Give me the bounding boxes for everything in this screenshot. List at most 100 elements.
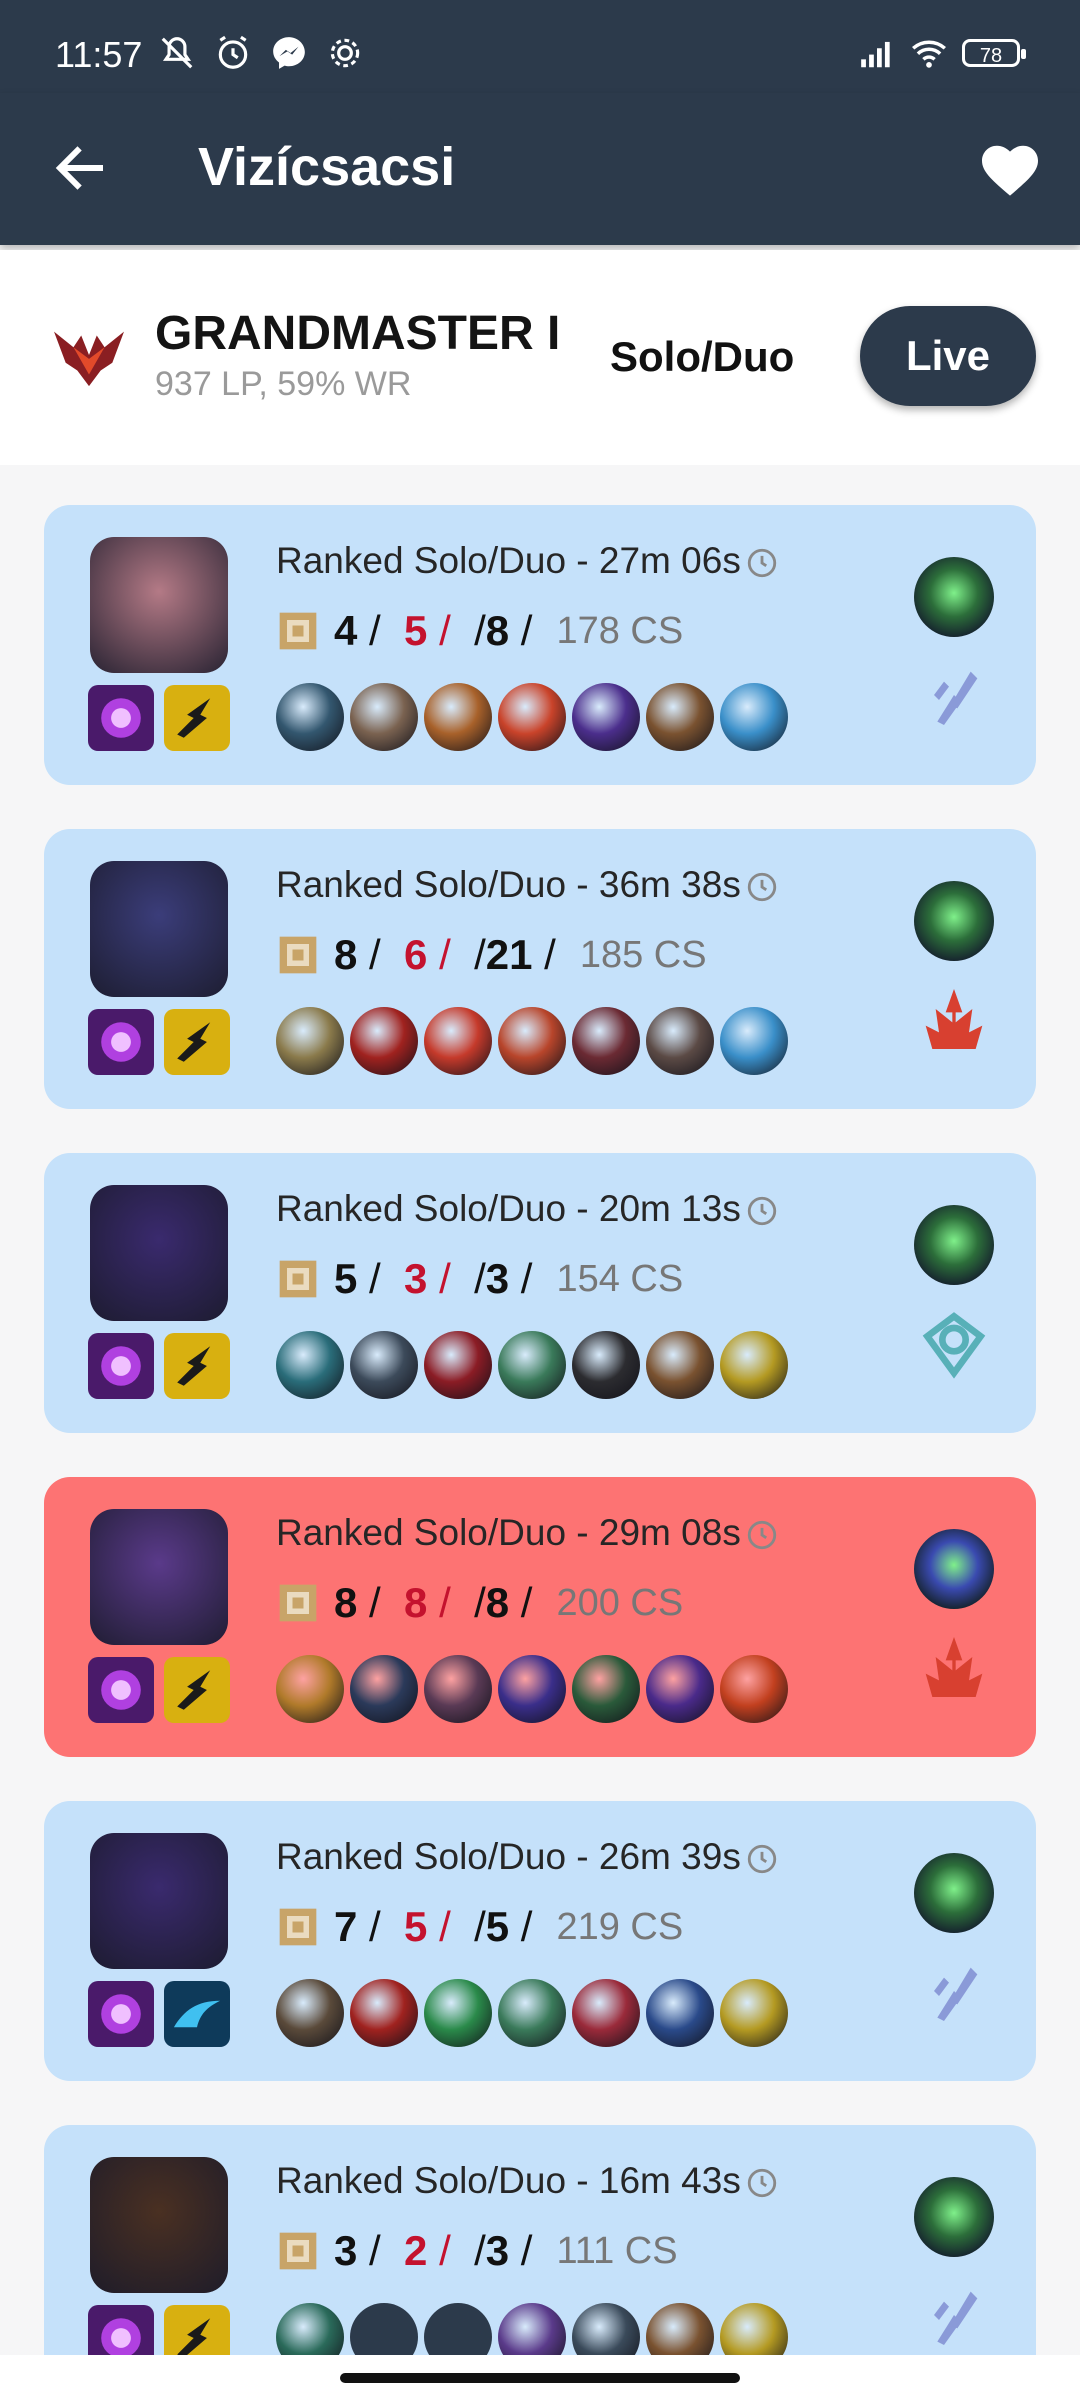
item-icon[interactable]	[720, 1979, 788, 2047]
item-icon[interactable]	[424, 1331, 492, 1399]
empty-item-slot[interactable]	[350, 2303, 418, 2355]
keystone-rune-icon[interactable]	[914, 1205, 994, 1285]
kills-value: 7	[334, 1903, 358, 1950]
match-card[interactable]: Ranked Solo/Duo - 20m 13s 5 / 3 / / 3 / 15…	[44, 1153, 1036, 1433]
item-icon[interactable]	[498, 683, 566, 751]
item-icon[interactable]	[276, 1331, 344, 1399]
champion-portrait[interactable]	[90, 861, 228, 997]
kills-value: 5	[334, 1255, 358, 1302]
item-icon[interactable]	[720, 1655, 788, 1723]
assists-value: 5	[485, 1903, 510, 1950]
summoner-spell-flash-yellow-icon	[164, 1009, 230, 1075]
champion-portrait[interactable]	[90, 1185, 228, 1321]
alarm-icon	[218, 35, 248, 69]
keystone-rune-icon[interactable]	[914, 1853, 994, 1933]
item-icon[interactable]	[350, 683, 418, 751]
item-build	[276, 2303, 788, 2355]
item-icon[interactable]	[424, 683, 492, 751]
domination-rune-tree-icon	[925, 989, 983, 1049]
home-handle[interactable]	[340, 2373, 740, 2383]
item-icon[interactable]	[646, 683, 714, 751]
item-icon[interactable]	[424, 1655, 492, 1723]
champion-portrait[interactable]	[90, 1833, 228, 1969]
summoner-spell-flash-icon	[88, 1657, 154, 1723]
item-icon[interactable]	[572, 1331, 640, 1399]
keystone-rune-icon[interactable]	[914, 2177, 994, 2257]
back-arrow-icon[interactable]	[50, 138, 110, 198]
bell-off-icon	[161, 37, 193, 69]
match-card[interactable]: Ranked Solo/Duo - 29m 08s 8 / 8 / / 8 / 20…	[44, 1477, 1036, 1757]
cs-value: 111 CS	[556, 2229, 678, 2272]
clock-time: 11:57	[55, 34, 143, 75]
kda-separator: /	[509, 1903, 533, 1950]
item-icon[interactable]	[276, 1007, 344, 1075]
champion-portrait[interactable]	[90, 2157, 228, 2293]
item-icon[interactable]	[276, 1655, 344, 1723]
role-fill-icon	[279, 1584, 317, 1622]
item-icon[interactable]	[572, 683, 640, 751]
clock-icon	[747, 873, 776, 902]
match-card[interactable]: Ranked Solo/Duo - 16m 43s 3 / 2 / / 3 / 11…	[44, 2125, 1036, 2355]
item-build	[276, 1007, 788, 1075]
item-icon[interactable]	[498, 1655, 566, 1723]
empty-item-slot[interactable]	[424, 2303, 492, 2355]
kda-row: 3 / 2 / / 3 / 111 CS	[276, 2225, 678, 2277]
kda-separator: /	[357, 1903, 405, 1950]
clock-icon	[747, 2169, 776, 2198]
summoner-spell-ghost-icon	[164, 1981, 230, 2047]
champion-portrait[interactable]	[90, 1509, 228, 1645]
item-icon[interactable]	[646, 2303, 714, 2355]
item-icon[interactable]	[572, 2303, 640, 2355]
item-icon[interactable]	[498, 1007, 566, 1075]
item-icon[interactable]	[572, 1655, 640, 1723]
item-icon[interactable]	[720, 1331, 788, 1399]
item-icon[interactable]	[498, 2303, 566, 2355]
item-icon[interactable]	[276, 1979, 344, 2047]
item-icon[interactable]	[646, 1979, 714, 2047]
item-icon[interactable]	[350, 1979, 418, 2047]
item-icon[interactable]	[646, 1007, 714, 1075]
grandmaster-emblem-icon	[54, 331, 124, 387]
item-icon[interactable]	[720, 683, 788, 751]
item-icon[interactable]	[498, 1979, 566, 2047]
item-build	[276, 1655, 788, 1723]
summoner-spell-flash-icon	[88, 1981, 154, 2047]
match-history-list[interactable]: Ranked Solo/Duo - 27m 06s 4 / 5 / / 8 / 17…	[0, 465, 1080, 2355]
keystone-rune-icon[interactable]	[914, 1529, 994, 1609]
live-button[interactable]: Live	[860, 306, 1036, 406]
clock-icon	[747, 549, 776, 578]
item-icon[interactable]	[276, 683, 344, 751]
match-card[interactable]: Ranked Solo/Duo - 27m 06s 4 / 5 / / 8 / 17…	[44, 505, 1036, 785]
kills-value: 4	[334, 607, 358, 654]
match-title-text: Ranked Solo/Duo - 20m 13s	[276, 1188, 741, 1229]
item-icon[interactable]	[276, 2303, 344, 2355]
kda-row: 4 / 5 / / 8 / 178 CS	[276, 605, 683, 657]
item-icon[interactable]	[646, 1655, 714, 1723]
champion-portrait[interactable]	[90, 537, 228, 673]
kda-separator: /	[427, 1255, 475, 1302]
match-title-text: Ranked Solo/Duo - 27m 06s	[276, 540, 741, 581]
item-icon[interactable]	[498, 1331, 566, 1399]
item-icon[interactable]	[720, 1007, 788, 1075]
deaths-value: 6	[404, 931, 428, 978]
item-icon[interactable]	[720, 2303, 788, 2355]
kda-row: 5 / 3 / / 3 / 154 CS	[276, 1253, 683, 1305]
item-icon[interactable]	[350, 1655, 418, 1723]
item-icon[interactable]	[572, 1007, 640, 1075]
item-icon[interactable]	[424, 1979, 492, 2047]
item-icon[interactable]	[424, 1007, 492, 1075]
keystone-rune-icon[interactable]	[914, 881, 994, 961]
clock-icon	[747, 1845, 776, 1874]
item-icon[interactable]	[646, 1331, 714, 1399]
item-icon[interactable]	[350, 1331, 418, 1399]
match-title: Ranked Solo/Duo - 27m 06s	[276, 540, 779, 582]
kda-separator: /	[427, 1903, 475, 1950]
match-card[interactable]: Ranked Solo/Duo - 36m 38s 8 / 6 / / 21 / 1…	[44, 829, 1036, 1109]
match-title: Ranked Solo/Duo - 16m 43s	[276, 2160, 779, 2202]
match-card[interactable]: Ranked Solo/Duo - 26m 39s 7 / 5 / / 5 / 21…	[44, 1801, 1036, 2081]
kda-separator: /	[509, 1579, 533, 1626]
item-icon[interactable]	[572, 1979, 640, 2047]
item-icon[interactable]	[350, 1007, 418, 1075]
keystone-rune-icon[interactable]	[914, 557, 994, 637]
favorite-heart-icon[interactable]	[978, 139, 1042, 199]
